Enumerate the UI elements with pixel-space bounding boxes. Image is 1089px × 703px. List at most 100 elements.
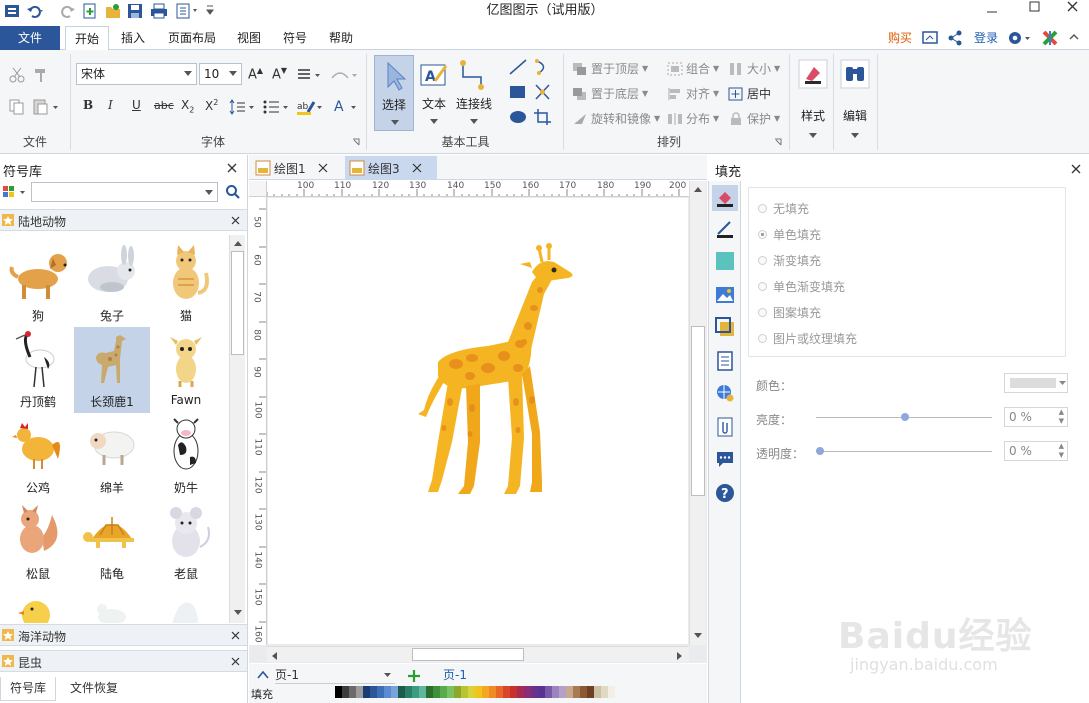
symbol-rooster[interactable]: 公鸡: [0, 413, 76, 499]
hyperlink-globe-icon[interactable]: [715, 383, 735, 403]
palette-swatch[interactable]: [559, 686, 566, 698]
palette-swatch[interactable]: [468, 686, 475, 698]
undo-icon[interactable]: [26, 3, 46, 19]
format-painter-icon[interactable]: [32, 66, 50, 84]
page-tab[interactable]: 页-1: [443, 666, 467, 683]
minimize-icon[interactable]: [985, 4, 999, 18]
palette-swatch[interactable]: [510, 686, 517, 698]
category-header-marine-animals[interactable]: 海洋动物: [0, 624, 247, 646]
font-dialog-launcher-icon[interactable]: [352, 138, 360, 146]
tab-home[interactable]: 开始: [65, 26, 109, 51]
close-symbol-panel-icon[interactable]: [226, 162, 238, 174]
page-properties-icon[interactable]: [715, 351, 735, 371]
canvas-hscroll-thumb[interactable]: [412, 648, 524, 661]
strikethrough-icon[interactable]: abc: [154, 99, 174, 112]
close-doc-tab-icon[interactable]: [318, 163, 328, 173]
palette-swatch[interactable]: [489, 686, 496, 698]
palette-swatch[interactable]: [482, 686, 489, 698]
curve-text-icon[interactable]: [330, 66, 360, 84]
palette-swatch[interactable]: [580, 686, 587, 698]
library-grid-icon[interactable]: [2, 184, 30, 200]
fill-option-none[interactable]: 无填充: [758, 200, 809, 217]
maximize-icon[interactable]: [1027, 0, 1041, 14]
tab-view[interactable]: 视图: [230, 26, 268, 50]
transparency-slider-thumb[interactable]: [816, 447, 824, 455]
palette-swatch[interactable]: [461, 686, 468, 698]
palette-swatch[interactable]: [608, 686, 615, 698]
canvas-horizontal-scrollbar[interactable]: [267, 646, 689, 662]
search-icon[interactable]: [225, 184, 241, 200]
font-color-icon[interactable]: A: [332, 98, 362, 116]
symbol-rabbit[interactable]: 兔子: [74, 241, 150, 327]
close-window-icon[interactable]: [1065, 0, 1079, 14]
palette-swatch[interactable]: [440, 686, 447, 698]
distribute-button[interactable]: 分布 ▼: [667, 110, 719, 127]
palette-swatch[interactable]: [524, 686, 531, 698]
fill-panel-icon[interactable]: [712, 185, 738, 211]
paragraph-align-icon[interactable]: [296, 66, 326, 84]
rectangle-tool-icon[interactable]: [508, 83, 528, 101]
doc-tab-drawing3-active[interactable]: 绘图3: [345, 156, 437, 180]
color-palette[interactable]: [335, 686, 635, 698]
ellipse-tool-icon[interactable]: [508, 108, 528, 126]
fill-option-gradient[interactable]: 渐变填充: [758, 252, 821, 269]
symbol-giraffe-selected[interactable]: 长颈鹿1: [74, 327, 150, 413]
redo-icon[interactable]: [58, 3, 76, 19]
copy-icon[interactable]: [8, 98, 26, 116]
style-button[interactable]: 样式: [796, 55, 830, 145]
select-tool-button[interactable]: 选择: [374, 55, 414, 131]
close-doc-tab-icon[interactable]: [412, 163, 422, 173]
add-page-icon[interactable]: [407, 669, 421, 683]
arrange-dialog-launcher-icon[interactable]: [774, 138, 782, 146]
print-icon[interactable]: [150, 2, 168, 20]
palette-swatch[interactable]: [531, 686, 538, 698]
category-header-insects[interactable]: 昆虫: [0, 650, 247, 672]
palette-swatch[interactable]: [405, 686, 412, 698]
symbol-grid-scroll-thumb[interactable]: [231, 251, 244, 355]
comment-icon[interactable]: [715, 449, 735, 469]
edit-button[interactable]: 编辑: [838, 55, 872, 145]
attachment-icon[interactable]: [715, 417, 735, 437]
palette-swatch[interactable]: [342, 686, 349, 698]
palette-swatch[interactable]: [573, 686, 580, 698]
settings-gear-icon[interactable]: [1007, 29, 1033, 47]
underline-icon[interactable]: U: [132, 98, 141, 112]
palette-swatch[interactable]: [517, 686, 524, 698]
palette-swatch[interactable]: [594, 686, 601, 698]
fill-option-texture[interactable]: 图片或纹理填充: [758, 330, 857, 347]
anchor-tool-icon[interactable]: [533, 83, 553, 101]
tab-help[interactable]: 帮助: [322, 26, 360, 50]
palette-swatch[interactable]: [538, 686, 545, 698]
fill-option-single-gradient[interactable]: 单色渐变填充: [758, 278, 845, 295]
layer-icon[interactable]: [715, 317, 735, 337]
fill-option-solid[interactable]: 单色填充: [758, 226, 821, 243]
symbol-sheep[interactable]: 绵羊: [74, 413, 150, 499]
bold-icon[interactable]: B: [83, 98, 93, 112]
open-file-icon[interactable]: [104, 2, 122, 20]
new-file-icon[interactable]: [82, 2, 98, 20]
symbol-cat[interactable]: 猫: [148, 241, 224, 327]
palette-swatch[interactable]: [426, 686, 433, 698]
collapse-ribbon-icon[interactable]: [1068, 32, 1080, 42]
symbol-search-input[interactable]: [31, 182, 218, 202]
tab-file[interactable]: 文件: [0, 26, 60, 50]
group-button[interactable]: 组合 ▼: [667, 60, 719, 77]
transparency-slider[interactable]: [816, 451, 992, 452]
close-fill-panel-icon[interactable]: [1070, 163, 1082, 175]
size-button[interactable]: 大小 ▼: [728, 60, 780, 77]
font-family-select[interactable]: 宋体: [76, 63, 197, 85]
quick-access-menu-icon[interactable]: [205, 4, 215, 16]
fill-option-pattern[interactable]: 图案填充: [758, 304, 821, 321]
buy-link[interactable]: 购买: [884, 26, 916, 50]
palette-swatch[interactable]: [419, 686, 426, 698]
symbol-polar-bear[interactable]: [148, 585, 224, 623]
rotate-mirror-button[interactable]: 旋转和镜像 ▼: [572, 110, 660, 127]
symbol-dove[interactable]: [74, 585, 150, 623]
palette-swatch[interactable]: [433, 686, 440, 698]
palette-swatch[interactable]: [356, 686, 363, 698]
transparency-input[interactable]: 0 % ▲ ▼: [1004, 441, 1068, 461]
send-to-back-button[interactable]: 置于底层 ▼: [572, 85, 648, 102]
screen-icon[interactable]: [922, 30, 938, 46]
center-button[interactable]: 居中: [728, 85, 771, 102]
doc-tab-drawing1[interactable]: 绘图1: [255, 157, 343, 179]
